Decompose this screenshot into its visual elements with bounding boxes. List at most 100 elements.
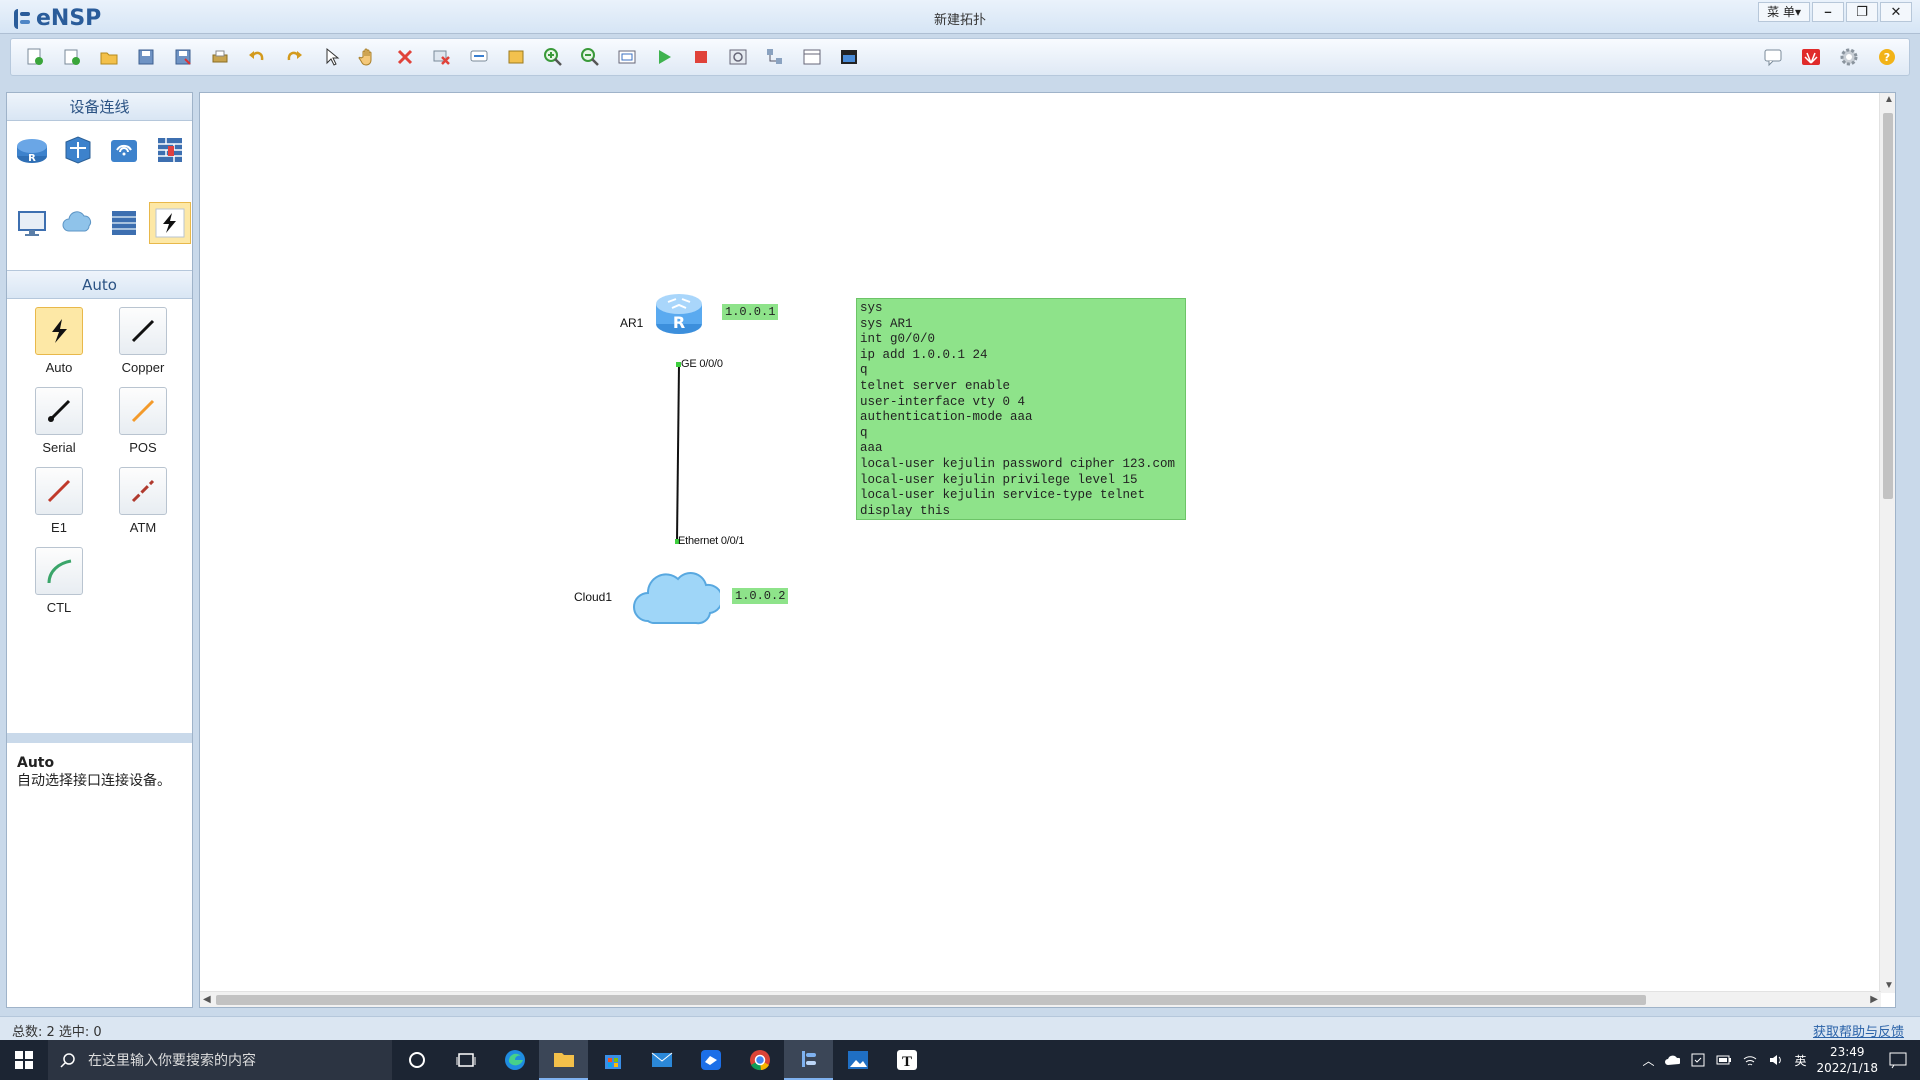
scroll-down-arrow-icon[interactable]: ▼ xyxy=(1884,980,1894,991)
typora-app[interactable]: T xyxy=(882,1040,931,1080)
window-controls: 菜 单▾ – ❐ ✕ xyxy=(1758,2,1912,22)
photos-app[interactable] xyxy=(833,1040,882,1080)
minimize-button[interactable]: – xyxy=(1812,2,1844,22)
scroll-left-arrow-icon[interactable]: ◀ xyxy=(203,994,211,1005)
stop-device-button[interactable] xyxy=(685,43,717,71)
help-button[interactable]: ? xyxy=(1871,43,1903,71)
terminal-category[interactable] xyxy=(11,202,53,244)
undo-button[interactable] xyxy=(241,43,273,71)
clock[interactable]: 23:49 2022/1/18 xyxy=(1816,1044,1878,1076)
firewall-category[interactable] xyxy=(149,129,191,171)
mail-envelope-icon xyxy=(651,1052,672,1067)
cloud-category[interactable] xyxy=(57,202,99,244)
ensp-app[interactable] xyxy=(784,1040,833,1080)
restore-button[interactable]: ❐ xyxy=(1846,2,1878,22)
onedrive-cloud-icon[interactable] xyxy=(1664,1054,1681,1066)
settings-button[interactable] xyxy=(1833,43,1865,71)
switch-category[interactable] xyxy=(57,129,99,171)
vertical-scroll-thumb[interactable] xyxy=(1883,113,1893,499)
link-type-pos[interactable]: POS xyxy=(101,387,185,461)
wifi-icon[interactable] xyxy=(1742,1053,1758,1067)
chrome-app[interactable] xyxy=(735,1040,784,1080)
title-bar: eNSP 新建拓扑 菜 单▾ – ❐ ✕ xyxy=(0,0,1920,34)
link-type-ctl[interactable]: CTL xyxy=(17,547,101,621)
router-ar1-icon[interactable]: R xyxy=(654,290,704,338)
hand-icon xyxy=(358,48,372,66)
router-category[interactable]: R xyxy=(11,129,53,171)
new-topology-button[interactable] xyxy=(19,43,51,71)
save-button[interactable] xyxy=(130,43,162,71)
main-toolbar: ? xyxy=(10,38,1910,76)
topology-links xyxy=(675,362,681,544)
router-ip-tag[interactable]: 1.0.0.1 xyxy=(722,304,779,320)
link-type-atm[interactable]: ATM xyxy=(101,467,185,541)
main-menu-button[interactable]: 菜 单▾ xyxy=(1758,2,1810,22)
open-button[interactable] xyxy=(93,43,125,71)
notification-icon[interactable] xyxy=(1888,1051,1908,1069)
link-type-serial[interactable]: Serial xyxy=(17,387,101,461)
ime-indicator[interactable]: 英 xyxy=(1794,1052,1806,1069)
topology-area[interactable]: R AR1 1.0.0.1 GE 0/0/0 Cloud1 1.0.0.2 Et… xyxy=(200,93,1881,993)
link-section-header: Auto xyxy=(7,271,192,299)
mail-app[interactable] xyxy=(637,1040,686,1080)
cloud-ip-tag[interactable]: 1.0.0.2 xyxy=(732,588,789,604)
pan-button[interactable] xyxy=(352,43,384,71)
file-explorer-app[interactable] xyxy=(539,1040,588,1080)
help-feedback-link[interactable]: 获取帮助与反馈 xyxy=(1813,1021,1904,1040)
config-note-line: telnet server enable xyxy=(860,378,1011,393)
select-button[interactable] xyxy=(315,43,347,71)
save-as-button[interactable] xyxy=(167,43,199,71)
store-bag-icon xyxy=(604,1055,621,1069)
print-button[interactable] xyxy=(204,43,236,71)
delete-connection-button[interactable] xyxy=(426,43,458,71)
redo-button[interactable] xyxy=(278,43,310,71)
ethernet-link[interactable] xyxy=(676,364,680,542)
config-note[interactable]: sys sys AR1 int g0/0/0 ip add 1.0.0.1 24 q te… xyxy=(856,298,1186,520)
link-type-copper[interactable]: Copper xyxy=(101,307,185,381)
delete-connection-icon xyxy=(433,50,450,65)
link-type-e1[interactable]: E1 xyxy=(17,467,101,541)
show-grid-button[interactable] xyxy=(759,43,791,71)
store-app[interactable] xyxy=(588,1040,637,1080)
huawei-site-button[interactable] xyxy=(1795,43,1827,71)
wireless-category[interactable] xyxy=(103,129,145,171)
task-view-button[interactable] xyxy=(441,1040,490,1080)
topology-canvas[interactable]: R AR1 1.0.0.1 GE 0/0/0 Cloud1 1.0.0.2 Et… xyxy=(199,92,1896,1008)
capture-button[interactable] xyxy=(722,43,754,71)
fit-window-button[interactable] xyxy=(611,43,643,71)
cloud-icon xyxy=(62,210,91,231)
other-device-category[interactable] xyxy=(103,202,145,244)
huawei-logo-icon xyxy=(1802,49,1820,65)
close-button[interactable]: ✕ xyxy=(1880,2,1912,22)
topology-manager-button[interactable] xyxy=(796,43,828,71)
forum-button[interactable] xyxy=(1757,43,1789,71)
config-note-line: local-user kejulin service-type telnet xyxy=(860,488,1146,503)
scroll-up-arrow-icon[interactable]: ▲ xyxy=(1884,94,1894,105)
config-note-line: local-user kejulin privilege level 15 xyxy=(860,472,1138,487)
battery-icon[interactable] xyxy=(1716,1054,1732,1066)
add-text-button[interactable] xyxy=(463,43,495,71)
new-topology-icon xyxy=(27,48,43,65)
delete-button[interactable] xyxy=(389,43,421,71)
start-button[interactable] xyxy=(0,1040,48,1080)
start-device-button[interactable] xyxy=(648,43,680,71)
horizontal-scroll-thumb[interactable] xyxy=(216,995,1646,1005)
vertical-scrollbar[interactable]: ▲ ▼ xyxy=(1879,93,1895,993)
security-icon[interactable] xyxy=(1690,1052,1706,1068)
tray-overflow-chevron-icon[interactable]: ︿ xyxy=(1642,1052,1654,1069)
new-experiment-button[interactable] xyxy=(56,43,88,71)
edge-app[interactable] xyxy=(490,1040,539,1080)
link-type-auto[interactable]: Auto xyxy=(17,307,101,381)
cloud1-icon[interactable] xyxy=(630,563,720,635)
taskbar-search[interactable]: 在这里输入你要搜索的内容 xyxy=(48,1040,392,1080)
zoom-in-button[interactable] xyxy=(537,43,569,71)
horizontal-scrollbar[interactable]: ◀ ▶ xyxy=(200,991,1881,1007)
connection-category[interactable] xyxy=(149,201,191,244)
scroll-right-arrow-icon[interactable]: ▶ xyxy=(1870,994,1878,1005)
zoom-out-button[interactable] xyxy=(574,43,606,71)
cortana-button[interactable] xyxy=(392,1040,441,1080)
feishu-app[interactable] xyxy=(686,1040,735,1080)
add-shape-button[interactable] xyxy=(500,43,532,71)
volume-icon[interactable] xyxy=(1768,1053,1784,1067)
screenshot-button[interactable] xyxy=(833,43,865,71)
